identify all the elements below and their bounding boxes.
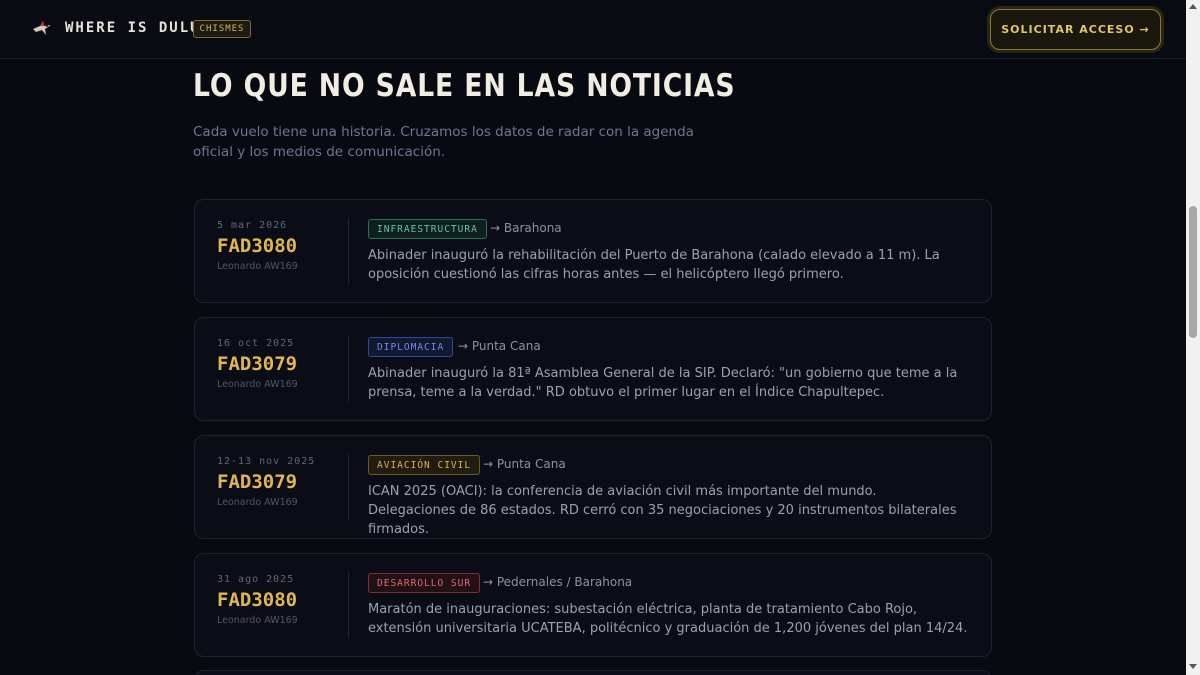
- scroll-down-arrow-icon[interactable]: [1189, 664, 1197, 669]
- card-destination: → Barahona: [490, 221, 562, 235]
- scroll-up-arrow-icon[interactable]: [1189, 4, 1197, 9]
- card-destination: → Punta Cana: [483, 457, 566, 471]
- news-card[interactable]: 12-13 nov 2025 FAD3079 Leonardo AW169 AV…: [194, 435, 992, 539]
- card-destination: → Pedernales / Barahona: [483, 575, 633, 589]
- card-aircraft: Leonardo AW169: [217, 261, 298, 272]
- news-card[interactable]: 5 mar 2026 FAD3080 Leonardo AW169 INFRAE…: [194, 199, 992, 303]
- card-divider: [348, 336, 349, 402]
- news-card-partial[interactable]: [194, 670, 992, 675]
- card-divider: [348, 572, 349, 638]
- card-body: Abinader inauguró la 81ª Asamblea Genera…: [368, 366, 958, 400]
- card-divider: [348, 218, 349, 284]
- bird-logo-icon[interactable]: [31, 17, 53, 39]
- card-flight: FAD3080: [217, 235, 298, 257]
- card-aircraft: Leonardo AW169: [217, 615, 298, 626]
- card-body: Maratón de inauguraciones: subestación e…: [368, 602, 968, 636]
- brand-name[interactable]: WHERE IS DULUS: [65, 20, 211, 36]
- page-title: LO QUE NO SALE EN LAS NOTICIAS: [193, 68, 736, 104]
- card-date: 16 oct 2025: [217, 338, 295, 349]
- request-access-button[interactable]: SOLICITAR ACCESO →: [990, 9, 1161, 50]
- category-badge: AVIACIÓN CIVIL: [368, 455, 481, 475]
- card-aircraft: Leonardo AW169: [217, 497, 298, 508]
- category-badge: DIPLOMACIA: [368, 337, 454, 357]
- news-card[interactable]: 16 oct 2025 FAD3079 Leonardo AW169 DIPLO…: [194, 317, 992, 421]
- card-flight: FAD3079: [217, 471, 298, 493]
- card-body: Abinader inauguró la rehabilitación del …: [368, 248, 940, 282]
- vertical-scrollbar[interactable]: [1186, 0, 1200, 675]
- card-flight: FAD3079: [217, 353, 298, 375]
- card-flight: FAD3080: [217, 589, 298, 611]
- card-date: 31 ago 2025: [217, 574, 295, 585]
- card-date: 12-13 nov 2025: [217, 456, 316, 467]
- card-aircraft: Leonardo AW169: [217, 379, 298, 390]
- news-card[interactable]: 31 ago 2025 FAD3080 Leonardo AW169 DESAR…: [194, 553, 992, 657]
- page-subtitle: Cada vuelo tiene una historia. Cruzamos …: [193, 124, 694, 160]
- section-tag: CHISMES: [193, 20, 251, 38]
- card-divider: [348, 454, 349, 520]
- category-badge: INFRAESTRUCTURA: [368, 219, 487, 239]
- category-badge: DESARROLLO SUR: [368, 573, 481, 593]
- scrollbar-thumb[interactable]: [1189, 206, 1197, 338]
- card-body: ICAN 2025 (OACI): la conferencia de avia…: [368, 484, 957, 537]
- card-destination: → Punta Cana: [458, 339, 541, 353]
- card-date: 5 mar 2026: [217, 220, 288, 231]
- top-bar: WHERE IS DULUS CHISMES SOLICITAR ACCESO …: [0, 0, 1186, 59]
